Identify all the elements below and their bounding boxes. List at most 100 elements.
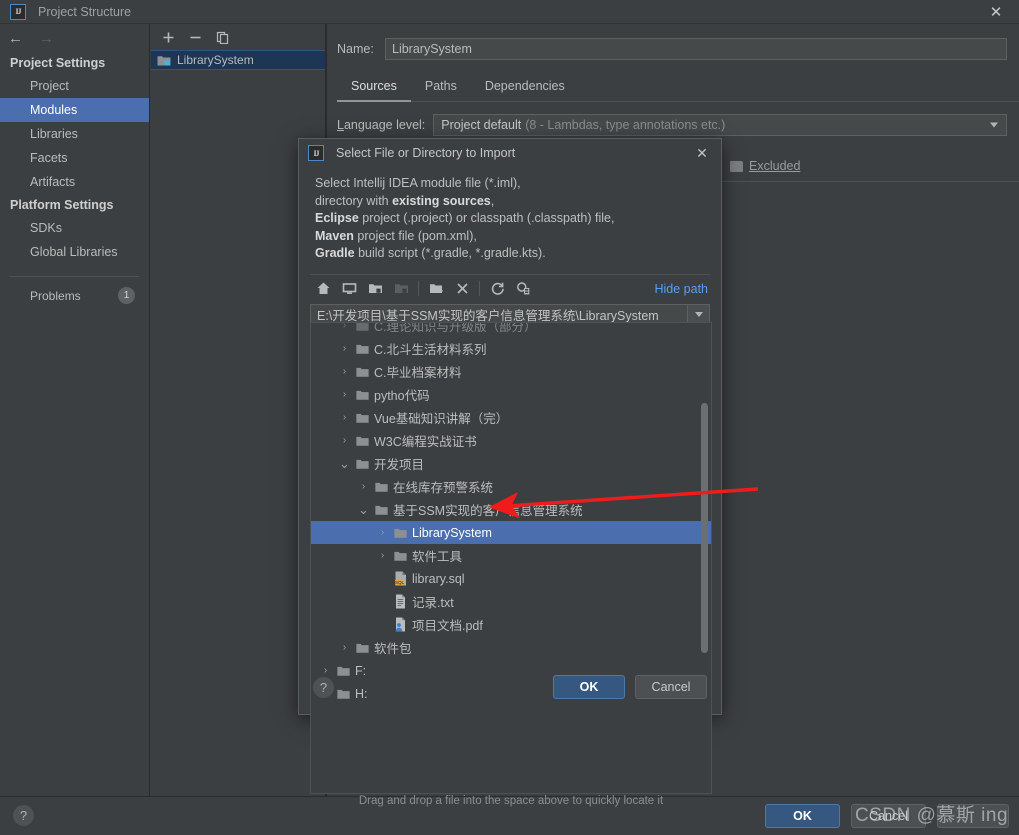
tree-row-label: library.sql (412, 571, 465, 586)
tree-row[interactable]: 项目文档.pdf (311, 613, 711, 636)
tree-row[interactable]: SQL library.sql (311, 567, 711, 590)
file-tree[interactable]: › C.理论知识与升级版（部分） › C.北斗生活材料系列 › C.毕业档案材料 › pyth… (310, 322, 712, 794)
chevron-down-icon (990, 122, 998, 128)
home-icon[interactable] (310, 278, 336, 300)
excluded-folder-icon (730, 160, 743, 172)
sidebar-item-sdks[interactable]: SDKs (0, 216, 149, 240)
folder-icon (394, 525, 407, 540)
sidebar-item-global-libraries[interactable]: Global Libraries (0, 240, 149, 264)
show-hidden-files-icon[interactable] (510, 278, 536, 300)
file-tree-rows: › C.理论知识与升级版（部分） › C.北斗生活材料系列 › C.毕业档案材料 › pyth… (311, 322, 711, 705)
window-close-icon[interactable]: ✕ (987, 3, 1005, 21)
language-level-combobox[interactable]: Project default (8 - Lambdas, type annot… (433, 114, 1007, 136)
chevron-right-icon[interactable]: › (338, 434, 351, 447)
module-tabs: Sources Paths Dependencies (337, 74, 1019, 102)
chevron-right-icon[interactable]: › (338, 342, 351, 355)
tree-row-label: 记录.txt (412, 596, 454, 610)
chevron-right-icon[interactable]: › (376, 549, 389, 562)
tree-row[interactable]: › W3C编程实战证书 (311, 429, 711, 452)
chevron-right-icon[interactable]: › (376, 526, 389, 539)
tree-row[interactable]: › pytho代码 (311, 383, 711, 406)
select-file-dialog: IJ Select File or Directory to Import ✕ … (298, 138, 722, 807)
ok-button[interactable]: OK (765, 804, 840, 828)
tab-dependencies[interactable]: Dependencies (471, 74, 579, 102)
tree-row[interactable]: › Vue基础知识讲解（完） (311, 406, 711, 429)
chevron-right-icon[interactable]: › (338, 641, 351, 654)
tree-row[interactable]: › C.毕业档案材料 (311, 360, 711, 383)
file-tree-scrollbar[interactable] (701, 403, 708, 653)
sidebar-item-facets[interactable]: Facets (0, 146, 149, 170)
language-level-hint: (8 - Lambdas, type annotations etc.) (525, 118, 726, 132)
project-folder-icon[interactable] (362, 278, 388, 300)
tree-row-label: C.理论知识与升级版（部分） (374, 322, 537, 334)
tree-row[interactable]: ⌄ 基于SSM实现的客户信息管理系统 (311, 498, 711, 521)
intellij-logo-icon: IJ (10, 3, 26, 20)
tree-row-label: 项目文档.pdf (412, 619, 483, 633)
dialog-cancel-button[interactable]: Cancel (635, 675, 707, 699)
language-level-label: Language level: (337, 118, 426, 132)
chevron-right-icon[interactable]: › (338, 411, 351, 424)
chevron-right-icon[interactable]: › (338, 388, 351, 401)
chevron-down-icon[interactable]: ⌄ (357, 503, 370, 516)
sidebar-item-project[interactable]: Project (0, 74, 149, 98)
tree-row[interactable]: › 在线库存预警系统 (311, 475, 711, 498)
window-title: Project Structure (38, 4, 132, 19)
dialog-ok-button[interactable]: OK (553, 675, 625, 699)
tree-row[interactable]: ⌄ 开发项目 (311, 452, 711, 475)
toolbar-separator-2 (479, 281, 480, 296)
sidebar-item-libraries[interactable]: Libraries (0, 122, 149, 146)
folder-icon (356, 640, 369, 655)
tree-row-label: 软件工具 (412, 550, 463, 564)
dialog-close-icon[interactable]: ✕ (693, 144, 711, 162)
tree-row[interactable]: › LibrarySystem (311, 521, 711, 544)
desktop-icon[interactable] (336, 278, 362, 300)
remove-module-button[interactable] (189, 31, 202, 44)
tree-row-label: LibrarySystem (412, 525, 492, 540)
delete-icon[interactable] (449, 278, 475, 300)
tree-row[interactable]: › 软件工具 (311, 544, 711, 567)
dialog-help-button[interactable]: ? (313, 677, 334, 698)
add-module-button[interactable] (162, 31, 175, 44)
chevron-right-icon[interactable]: › (357, 480, 370, 493)
tab-paths[interactable]: Paths (411, 74, 471, 102)
sidebar-item-artifacts[interactable]: Artifacts (0, 170, 149, 194)
new-folder-icon[interactable] (423, 278, 449, 300)
language-level-value: Project default (441, 118, 522, 132)
chevron-right-icon[interactable]: › (338, 365, 351, 378)
tree-row-label: pytho代码 (374, 389, 430, 403)
sql-file-icon: SQL (394, 571, 407, 586)
refresh-icon[interactable] (484, 278, 510, 300)
tree-row[interactable]: › 软件包 (311, 636, 711, 659)
tree-row-label: C.北斗生活材料系列 (374, 343, 487, 357)
pdf-file-icon (394, 617, 407, 632)
svg-text:SQL: SQL (395, 580, 405, 585)
apply-button[interactable] (937, 804, 1009, 828)
excluded-label: Excluded (749, 159, 801, 173)
module-name-input[interactable] (385, 38, 1007, 60)
tree-row[interactable]: 记录.txt (311, 590, 711, 613)
problems-label: Problems (30, 288, 81, 303)
module-list-item[interactable]: LibrarySystem (151, 50, 325, 70)
tree-row[interactable]: › C.理论知识与升级版（部分） (311, 322, 711, 337)
help-button[interactable]: ? (13, 805, 34, 826)
drag-drop-hint: Drag and drop a file into the space abov… (358, 795, 664, 807)
back-arrow-icon[interactable]: ← (8, 30, 23, 47)
chevron-right-icon[interactable]: › (338, 323, 351, 332)
chevron-down-icon[interactable]: ⌄ (338, 457, 351, 470)
tab-sources[interactable]: Sources (337, 74, 411, 102)
module-folder-icon[interactable] (388, 278, 414, 300)
tree-row[interactable]: › C.北斗生活材料系列 (311, 337, 711, 360)
folder-icon (356, 341, 369, 356)
forward-arrow-icon[interactable]: → (39, 30, 54, 47)
copy-module-button[interactable] (216, 31, 229, 44)
cancel-button[interactable]: Cancel (851, 804, 926, 828)
sidebar-item-modules[interactable]: Modules (0, 98, 149, 122)
chevron-down-icon (694, 312, 703, 317)
hide-path-link[interactable]: Hide path (654, 282, 708, 296)
sidebar-item-problems[interactable]: Problems 1 (0, 283, 149, 308)
dialog-description: Select Intellij IDEA module file (*.iml)… (299, 167, 721, 263)
description-line-2: directory with existing sources, (315, 193, 495, 208)
